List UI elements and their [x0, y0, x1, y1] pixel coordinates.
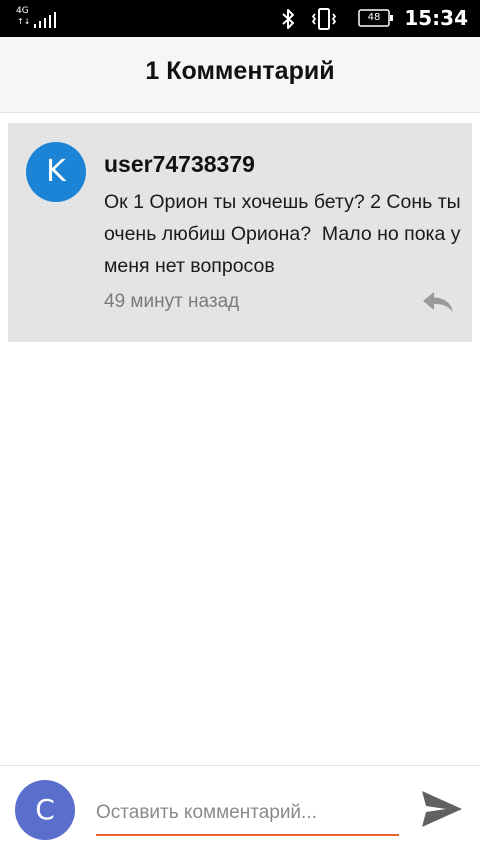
- data-activity-arrows: ↑↓: [17, 17, 31, 26]
- signal-bars-icon: [34, 12, 56, 28]
- comment-timestamp: 49 минут назад: [104, 291, 240, 312]
- vibrate-icon: [311, 8, 337, 30]
- send-icon: [422, 791, 462, 827]
- comment-item: K user74738379 Ок 1 Орион ты хочешь бету…: [8, 123, 472, 342]
- battery-icon: 48: [358, 9, 394, 27]
- send-button[interactable]: [416, 786, 466, 832]
- comment-composer: C: [0, 765, 480, 854]
- network-type-label: 4G: [16, 6, 29, 16]
- comment-author-avatar[interactable]: K: [26, 142, 86, 202]
- network-indicator: 4G ↑↓: [16, 7, 62, 29]
- comment-author-name[interactable]: user74738379: [104, 150, 255, 178]
- page-title: 1 Комментарий: [145, 57, 335, 85]
- status-bar: 4G ↑↓ 48 15:34: [0, 0, 480, 37]
- reply-icon[interactable]: [420, 289, 456, 315]
- bluetooth-icon: [282, 9, 294, 29]
- comment-input[interactable]: [96, 792, 399, 836]
- header-bar: 1 Комментарий: [0, 37, 480, 113]
- current-user-avatar: C: [15, 780, 75, 840]
- status-time: 15:34: [404, 6, 468, 30]
- comment-text: Ок 1 Орион ты хочешь бету? 2 Сонь ты оче…: [104, 191, 467, 277]
- battery-level: 48: [367, 12, 381, 23]
